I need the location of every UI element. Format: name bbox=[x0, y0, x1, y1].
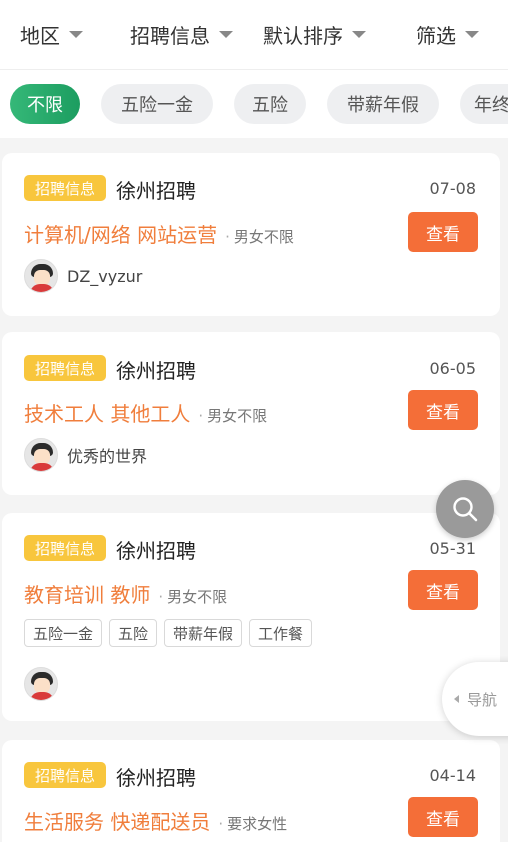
gender-requirement: 男女不限 bbox=[158, 586, 227, 607]
avatar-icon bbox=[24, 259, 58, 293]
welfare-tag: 五险 bbox=[109, 619, 158, 647]
navigation-label: 导航 bbox=[467, 690, 498, 709]
category-badge: 招聘信息 bbox=[24, 355, 106, 381]
filter-region-label: 地区 bbox=[20, 24, 60, 48]
poster-info[interactable]: DZ_vyzur bbox=[24, 259, 142, 293]
navigation-button[interactable]: 导航 bbox=[442, 662, 508, 736]
welfare-tag: 带薪年假 bbox=[164, 619, 243, 647]
view-button[interactable]: 查看 bbox=[408, 797, 478, 837]
gender-requirement: 男女不限 bbox=[225, 226, 294, 247]
view-button[interactable]: 查看 bbox=[408, 390, 478, 430]
welfare-tag: 五险一金 bbox=[24, 619, 103, 647]
filter-more[interactable]: 筛选 bbox=[416, 20, 479, 49]
view-button[interactable]: 查看 bbox=[408, 570, 478, 610]
nav-arrow-icon bbox=[454, 695, 459, 703]
search-button[interactable] bbox=[436, 480, 494, 538]
listing-date: 04-14 bbox=[429, 766, 477, 785]
listing-date: 06-05 bbox=[429, 359, 477, 378]
caret-down-icon bbox=[69, 31, 83, 38]
poster-username: 优秀的世界 bbox=[67, 447, 148, 466]
filter-region[interactable]: 地区 bbox=[20, 20, 83, 49]
category-badge: 招聘信息 bbox=[24, 175, 106, 201]
job-title[interactable]: 技术工人 其他工人 bbox=[24, 398, 190, 427]
job-title[interactable]: 生活服务 快递配送员 bbox=[24, 806, 210, 835]
listing-date: 07-08 bbox=[429, 179, 477, 198]
avatar-icon bbox=[24, 438, 58, 472]
listing-card[interactable]: 招聘信息 徐州招聘 05-31 教育培训 教师 男女不限 查看 五险一金 五险 … bbox=[2, 513, 500, 721]
avatar-icon bbox=[24, 667, 58, 701]
view-button[interactable]: 查看 bbox=[408, 212, 478, 252]
listing-card[interactable]: 招聘信息 徐州招聘 04-14 生活服务 快递配送员 要求女性 查看 bbox=[2, 740, 500, 842]
gender-requirement: 要求女性 bbox=[218, 813, 287, 834]
tag-bar: 不限 五险一金 五险 带薪年假 年终奖 bbox=[0, 70, 508, 138]
listing-card[interactable]: 招聘信息 徐州招聘 06-05 技术工人 其他工人 男女不限 查看 优秀的世界 bbox=[2, 332, 500, 495]
poster-username: DZ_vyzur bbox=[67, 266, 143, 286]
poster-info[interactable]: 优秀的世界 bbox=[24, 438, 147, 472]
caret-down-icon bbox=[352, 31, 366, 38]
tag-chip[interactable]: 带薪年假 bbox=[327, 84, 439, 124]
filter-sort-label: 默认排序 bbox=[263, 24, 343, 48]
category-badge: 招聘信息 bbox=[24, 762, 106, 788]
tag-chip[interactable]: 五险 bbox=[234, 84, 306, 124]
listing-city: 徐州招聘 bbox=[116, 359, 196, 383]
filter-category-label: 招聘信息 bbox=[130, 24, 210, 48]
category-badge: 招聘信息 bbox=[24, 535, 106, 561]
welfare-tag: 工作餐 bbox=[249, 619, 313, 647]
listing-card[interactable]: 招聘信息 徐州招聘 07-08 计算机/网络 网站运营 男女不限 查看 DZ_v… bbox=[2, 153, 500, 316]
gender-requirement: 男女不限 bbox=[198, 405, 267, 426]
caret-down-icon bbox=[465, 31, 479, 38]
tag-chip-all[interactable]: 不限 bbox=[10, 84, 80, 124]
job-title[interactable]: 教育培训 教师 bbox=[24, 579, 150, 608]
caret-down-icon bbox=[219, 31, 233, 38]
filter-bar: 地区 招聘信息 默认排序 筛选 bbox=[0, 0, 508, 70]
filter-category[interactable]: 招聘信息 bbox=[130, 20, 233, 49]
listing-city: 徐州招聘 bbox=[116, 179, 196, 203]
listing-city: 徐州招聘 bbox=[116, 539, 196, 563]
filter-sort[interactable]: 默认排序 bbox=[263, 20, 366, 49]
job-title[interactable]: 计算机/网络 网站运营 bbox=[24, 219, 217, 248]
listing-date: 05-31 bbox=[429, 539, 477, 558]
tag-chip[interactable]: 五险一金 bbox=[101, 84, 213, 124]
filter-more-label: 筛选 bbox=[416, 24, 456, 48]
search-icon bbox=[453, 497, 478, 522]
welfare-tags: 五险一金 五险 带薪年假 工作餐 bbox=[24, 619, 313, 647]
tag-chip[interactable]: 年终奖 bbox=[460, 84, 508, 124]
poster-info[interactable] bbox=[24, 667, 58, 701]
listing-city: 徐州招聘 bbox=[116, 766, 196, 790]
